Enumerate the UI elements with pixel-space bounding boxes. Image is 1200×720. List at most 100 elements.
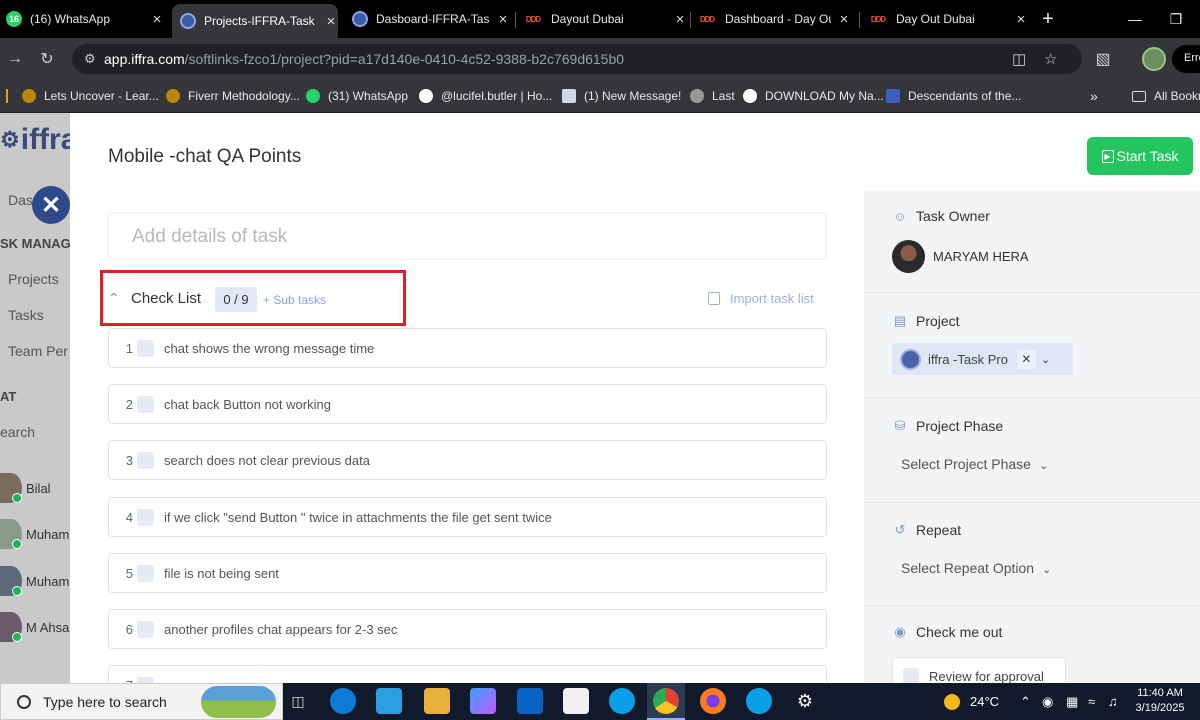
tab-dashboard-iffra[interactable]: Dasboard-IFFRA-Task × [350,0,510,38]
edge-icon[interactable] [330,688,356,714]
profile-menu-button[interactable]: Erro [1172,45,1200,73]
bookmark-item[interactable]: @lucifel.butler | Ho... [419,87,552,105]
repeat-option-select[interactable]: Select Repeat Option ⌄ [901,560,1051,576]
skype-icon[interactable] [609,688,635,714]
checklist-item[interactable]: 2 chat back Button not working [108,384,827,424]
checklist-item[interactable]: 3 search does not clear previous data [108,440,827,480]
address-bar[interactable]: ⚙ app.iffra.com/softlinks-fzco1/project?… [72,44,1082,74]
checkbox[interactable] [137,620,154,638]
bookmark-item[interactable]: Lets Uncover - Lear... [22,87,159,105]
close-icon[interactable]: × [673,11,687,28]
bookmark-item[interactable]: Last [690,87,735,105]
sidebar-item-projects[interactable]: Projects [8,271,59,287]
start-task-button[interactable]: ▶ Start Task [1087,137,1193,175]
tab-label: Day Out Dubai [896,12,975,26]
clear-icon[interactable]: ✕ [1016,349,1036,369]
project-phase-select[interactable]: Select Project Phase ⌄ [901,456,1048,472]
install-app-icon[interactable]: ◫ [1012,44,1026,74]
chat-user-item[interactable]: Muhamm [0,517,70,551]
sidebar-item-tasks[interactable]: Tasks [8,307,44,323]
site-info-icon[interactable]: ⚙ [84,51,104,67]
bookmark-apps-icon[interactable] [6,87,8,105]
extensions-icon[interactable]: ▧ [1092,48,1114,70]
file-explorer-icon[interactable] [424,688,450,714]
tab-dashboard-dayout[interactable]: DDD Dashboard - Day Out × [697,0,851,38]
checklist-item[interactable]: 7 [108,665,827,683]
checklist-item[interactable]: 1 chat shows the wrong message time [108,328,827,368]
chat-user-item[interactable]: M Ahsan [0,610,70,644]
task-properties-panel: ☺ Task Owner MARYAM HERA ▤ Project iffra… [864,191,1200,683]
firefox-icon[interactable] [700,688,726,714]
bookmark-item[interactable]: (1) New Message! [562,87,681,105]
profile-avatar[interactable] [1142,47,1166,71]
check-me-out-heading: ◉ Check me out [892,624,1002,640]
owner-heading: ☺ Task Owner [893,208,990,224]
import-task-list-button[interactable]: Import task list [708,291,814,306]
sidebar-search[interactable]: earch [0,424,35,440]
tab-whatsapp[interactable]: 16 (16) WhatsApp × [4,0,164,38]
document-icon[interactable] [563,688,589,714]
outlook-icon[interactable] [517,688,543,714]
task-owner[interactable]: MARYAM HERA [892,240,1029,273]
bookmark-favicon-icon [166,89,180,103]
close-panel-button[interactable]: ✕ [32,186,70,224]
system-clock[interactable]: 11:40 AM 3/19/2025 [1128,686,1192,716]
task-title[interactable]: Mobile -chat QA Points [108,146,301,168]
close-icon[interactable]: × [837,11,851,28]
settings-gear-icon[interactable]: ⚙ [792,688,818,714]
checkbox[interactable] [903,668,919,683]
annotation-highlight-box [100,270,406,326]
sidebar-item-dashboard[interactable]: Das [8,192,33,208]
tray-app-icon[interactable]: ◉ [1042,683,1053,720]
project-avatar [900,348,921,370]
chevron-down-icon[interactable]: ⌄ [1041,353,1050,366]
project-select[interactable]: iffra -Task Pro ✕ ⌄ [892,343,1073,375]
skype-icon[interactable] [746,688,772,714]
chrome-icon[interactable] [653,688,679,714]
sidebar-item-team-performance[interactable]: Team Per [8,343,68,359]
bookmark-item[interactable]: DOWNLOAD My Na... [743,87,884,105]
tab-label: Dayout Dubai [551,12,624,26]
tray-display-icon[interactable]: ▦ [1066,683,1078,720]
bookmarks-overflow-button[interactable]: » [1090,87,1098,105]
bookmark-item[interactable]: (31) WhatsApp [306,87,408,105]
checklist-item[interactable]: 5 file is not being sent [108,553,827,593]
close-icon[interactable]: × [324,13,338,30]
iffra-logo[interactable]: ⚙ iffra [0,121,70,159]
maximize-icon[interactable]: ❐ [1156,0,1196,38]
all-bookmarks-button[interactable]: All Bookm [1132,87,1200,105]
review-approval-option[interactable]: Review for approval [892,657,1066,683]
taskbar-search-input[interactable]: Type here to search [0,683,283,720]
volume-icon[interactable]: ♫ [1108,683,1118,720]
checkbox[interactable] [137,564,154,582]
minimize-icon[interactable]: — [1115,0,1155,38]
tab-dayout-dubai[interactable]: DDD Dayout Dubai × [523,0,687,38]
bookmark-item[interactable]: Descendants of the... [886,87,1021,105]
message-icon [562,89,576,103]
tab-day-out-dubai[interactable]: DDD Day Out Dubai × [868,0,1028,38]
tray-overflow-icon[interactable]: ⌃ [1020,683,1031,720]
checkbox[interactable] [137,339,154,357]
tab-projects-iffra[interactable]: Projects-IFFRA-Task P × [172,4,338,38]
chat-user-item[interactable]: Bilal [0,471,51,505]
close-icon[interactable]: × [496,11,510,28]
checklist-item[interactable]: 4 if we click "send Button " twice in at… [108,497,827,537]
weather-widget[interactable]: 24°C [944,683,999,720]
checklist-item[interactable]: 6 another profiles chat appears for 2-3 … [108,609,827,649]
reload-icon[interactable]: ↻ [36,48,58,70]
close-icon[interactable]: × [150,11,164,28]
task-details-input[interactable]: Add details of task [108,212,827,260]
checkbox[interactable] [137,508,154,526]
task-view-icon[interactable]: ◫ [285,688,311,714]
chat-user-item[interactable]: Muhamm [0,564,70,598]
forward-icon[interactable]: → [4,48,26,70]
bookmark-item[interactable]: Fiverr Methodology... [166,87,300,105]
close-icon[interactable]: × [1014,11,1028,28]
store-icon[interactable] [376,688,402,714]
checkbox[interactable] [137,395,154,413]
bookmark-star-icon[interactable]: ☆ [1044,44,1057,74]
checkbox[interactable] [137,451,154,469]
wifi-icon[interactable]: ≈ [1088,683,1095,720]
new-tab-button[interactable]: + [1028,0,1068,38]
copilot-icon[interactable] [470,688,496,714]
